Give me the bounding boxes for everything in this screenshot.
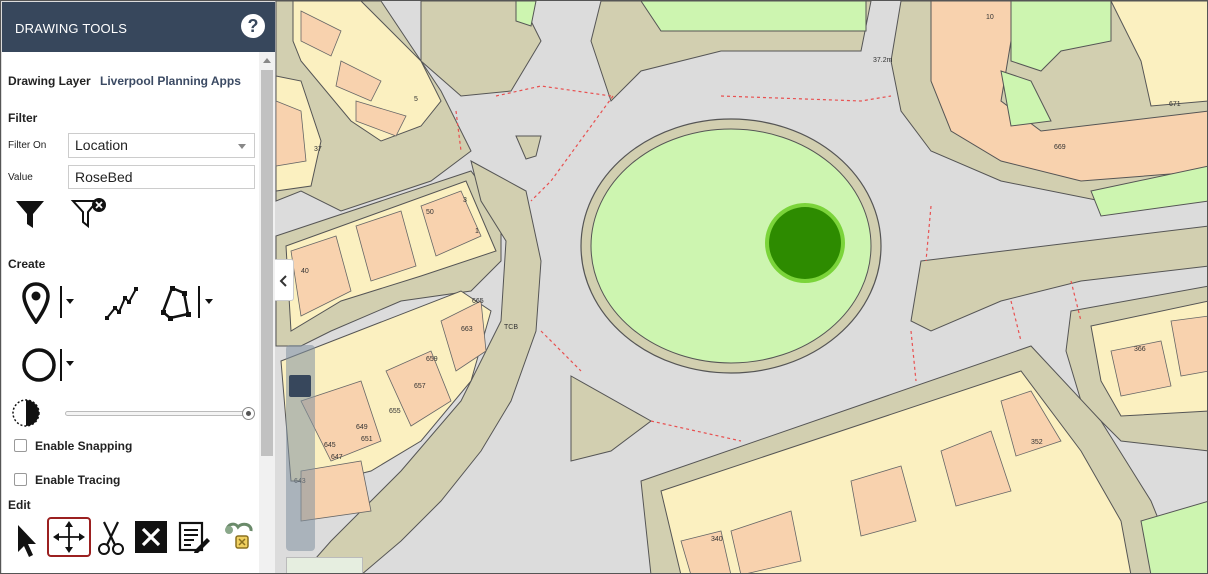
clear-filter-icon[interactable] <box>70 196 108 230</box>
panel-title: DRAWING TOOLS <box>15 21 128 36</box>
map-label: 340 <box>711 536 723 543</box>
enable-snapping-label: Enable Snapping <box>35 439 133 453</box>
circle-icon[interactable] <box>21 344 81 386</box>
delete-icon[interactable] <box>134 520 168 554</box>
map-label: 37.2m <box>873 57 893 64</box>
zoom-slider-handle[interactable] <box>289 374 311 397</box>
map-label: 655 <box>389 408 401 415</box>
node-edit-icon[interactable] <box>222 518 256 556</box>
polygon-icon[interactable] <box>158 282 220 324</box>
map-label: 37 <box>314 146 322 153</box>
map-pin-icon[interactable] <box>21 282 81 324</box>
map-label: 651 <box>361 436 373 443</box>
scrollbar-thumb[interactable] <box>261 70 273 456</box>
rose-bed <box>769 207 841 279</box>
map-label: TCB <box>504 324 518 331</box>
filter-icon[interactable] <box>13 197 47 231</box>
opacity-slider-handle[interactable] <box>242 407 255 420</box>
zoom-slider[interactable] <box>286 345 315 551</box>
edit-heading: Edit <box>8 498 31 512</box>
drawing-layer-row: Drawing Layer Liverpool Planning Apps <box>8 74 241 88</box>
value-label: Value <box>8 172 33 183</box>
map-label: 649 <box>356 424 368 431</box>
enable-tracing-checkbox[interactable] <box>14 473 27 486</box>
map-label: 10 <box>986 14 994 21</box>
polyline-icon[interactable] <box>103 284 141 324</box>
value-input[interactable]: RoseBed <box>68 165 255 189</box>
edit-attributes-icon[interactable] <box>177 520 211 554</box>
map-label: 5 <box>414 96 418 103</box>
overview-map-toggle[interactable] <box>286 557 363 573</box>
map-label: 669 <box>1054 144 1066 151</box>
pointer-icon[interactable] <box>12 520 42 560</box>
window-frame: 37.2m TCB 671 669 10 37 5 3 50 1 40 665 … <box>0 0 1208 574</box>
chevron-down-icon <box>238 144 246 149</box>
drawing-tools-panel: DRAWING TOOLS ? Drawing Layer Liverpool … <box>2 2 275 573</box>
map-label: 659 <box>426 356 438 363</box>
enable-tracing-label: Enable Tracing <box>35 473 121 487</box>
map-label: 1 <box>475 228 479 235</box>
map-label: 352 <box>1031 439 1043 446</box>
filter-on-value: Location <box>75 137 128 153</box>
filter-heading: Filter <box>8 111 38 125</box>
contrast-icon <box>12 399 40 427</box>
scroll-up-arrow-icon[interactable] <box>263 58 271 63</box>
create-heading: Create <box>8 257 46 271</box>
enable-snapping-checkbox[interactable] <box>14 439 27 452</box>
map-label: 645 <box>324 442 336 449</box>
map-label: 657 <box>414 383 426 390</box>
map-label: 671 <box>1169 101 1181 108</box>
panel-scrollbar[interactable] <box>259 52 275 573</box>
map-label: 665 <box>472 298 484 305</box>
map-label: 3 <box>463 197 467 204</box>
scissors-icon[interactable] <box>96 518 126 558</box>
map-label: 663 <box>461 326 473 333</box>
opacity-slider[interactable] <box>65 407 255 420</box>
chevron-left-icon <box>279 275 287 287</box>
question-mark-icon[interactable]: ? <box>241 14 265 38</box>
collapse-panel-button[interactable] <box>275 259 294 301</box>
panel-header: DRAWING TOOLS ? <box>2 2 275 52</box>
drawing-layer-value[interactable]: Liverpool Planning Apps <box>100 74 241 88</box>
drawing-layer-label: Drawing Layer <box>8 74 91 88</box>
filter-on-label: Filter On <box>8 140 47 151</box>
map-label: 366 <box>1134 346 1146 353</box>
map-label: 50 <box>426 209 434 216</box>
move-icon <box>53 521 85 553</box>
grass-area <box>640 1 867 32</box>
map-label: 40 <box>301 268 309 275</box>
map-label: 647 <box>331 454 343 461</box>
move-button[interactable] <box>47 517 91 557</box>
filter-on-select[interactable]: Location <box>68 133 255 158</box>
